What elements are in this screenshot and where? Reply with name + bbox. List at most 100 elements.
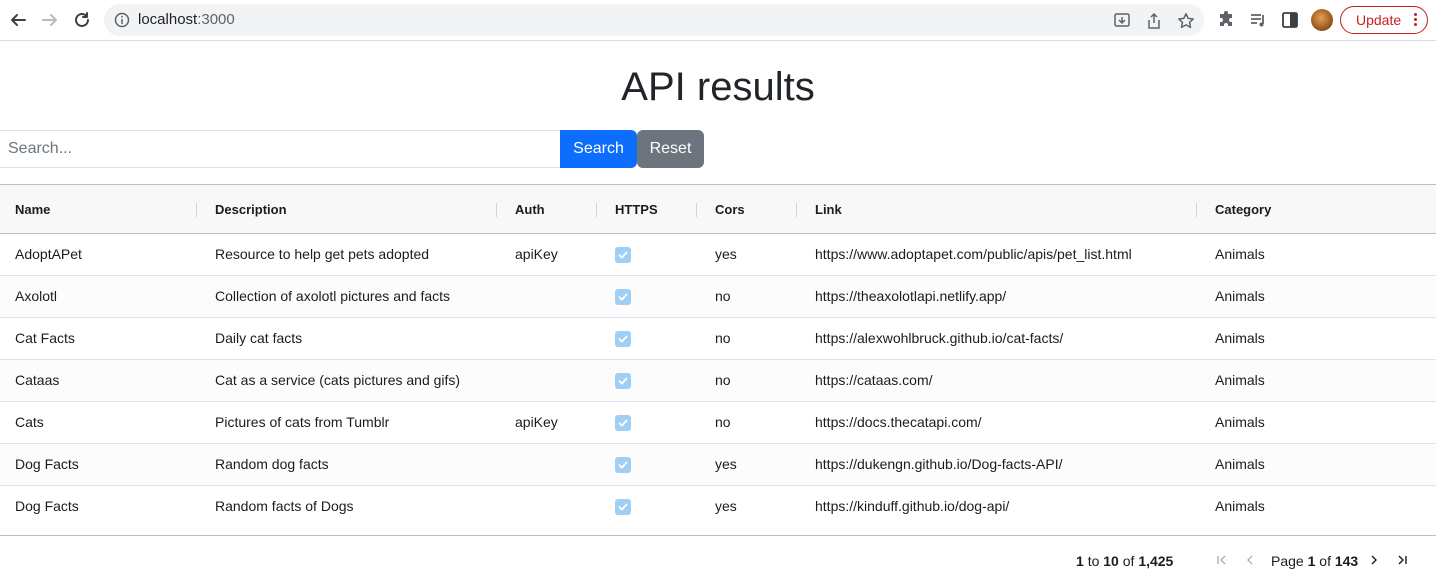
update-button-label: Update — [1356, 12, 1402, 28]
back-icon[interactable] — [6, 8, 30, 32]
cell-auth — [500, 360, 515, 401]
next-page-icon[interactable] — [1368, 554, 1380, 566]
pagination-bar: 1 to 10 of 1,425 Page 1 of 143 — [0, 535, 1436, 584]
reload-icon[interactable] — [70, 8, 94, 32]
bookmark-star-icon[interactable] — [1177, 12, 1195, 30]
cell-auth: apiKey — [515, 414, 558, 430]
side-panel-icon[interactable] — [1280, 10, 1300, 30]
cell-description: Collection of axolotl pictures and facts — [215, 288, 451, 304]
table-row[interactable]: Cats Pictures of cats from Tumblr apiKey no… — [0, 402, 1436, 444]
cell-name: Cataas — [15, 372, 60, 388]
first-page-icon[interactable] — [1216, 554, 1228, 566]
address-bar[interactable]: localhost:3000 — [104, 4, 1204, 36]
cell-name: AdoptAPet — [15, 246, 82, 262]
cell-name: Dog Facts — [15, 456, 79, 472]
cell-cors: no — [715, 288, 731, 304]
table-row[interactable]: Cataas Cat as a service (cats pictures an… — [0, 360, 1436, 402]
column-resize-handle[interactable] — [496, 203, 497, 217]
cell-link: https://dukengn.github.io/Dog-facts-API/ — [815, 456, 1063, 472]
cell-description: Random facts of Dogs — [215, 498, 354, 514]
table-row[interactable]: Dog Facts Random facts of Dogs yes https://… — [0, 486, 1436, 527]
column-header-description[interactable]: Description — [200, 185, 287, 234]
cell-cors: yes — [715, 498, 737, 514]
api-results-grid: Name Description Auth HTTPS Cors Link Ca… — [0, 184, 1436, 584]
last-page-icon[interactable] — [1396, 554, 1408, 566]
url-text: localhost:3000 — [138, 11, 235, 28]
info-icon[interactable] — [114, 12, 130, 28]
page-indicator: Page 1 of 143 — [1271, 553, 1359, 569]
column-resize-handle[interactable] — [596, 203, 597, 217]
cell-auth: apiKey — [515, 246, 558, 262]
column-header-category[interactable]: Category — [1200, 185, 1271, 234]
more-menu-icon[interactable] — [1414, 13, 1418, 27]
reset-button[interactable]: Reset — [637, 130, 704, 168]
cell-description: Random dog facts — [215, 456, 329, 472]
table-row[interactable]: Cat Facts Daily cat facts no https://alexwo… — [0, 318, 1436, 360]
row-count-summary: 1 to 10 of 1,425 — [1076, 553, 1174, 569]
cell-link: https://cataas.com/ — [815, 372, 933, 388]
cell-auth — [500, 318, 515, 359]
column-header-name[interactable]: Name — [0, 185, 50, 234]
table-row[interactable]: AdoptAPet Resource to help get pets adopt… — [0, 234, 1436, 276]
forward-icon[interactable] — [38, 8, 62, 32]
browser-toolbar: localhost:3000 Update — [0, 0, 1436, 41]
cell-cors: no — [715, 330, 731, 346]
cell-link: https://docs.thecatapi.com/ — [815, 414, 982, 430]
page-title: API results — [621, 65, 815, 109]
search-button[interactable]: Search — [560, 130, 637, 168]
search-input[interactable] — [0, 130, 560, 168]
cell-category: Animals — [1215, 498, 1265, 514]
install-icon[interactable] — [1113, 12, 1131, 30]
cell-name: Dog Facts — [15, 498, 79, 514]
share-icon[interactable] — [1145, 12, 1163, 30]
cell-description: Pictures of cats from Tumblr — [215, 414, 390, 430]
cell-auth — [500, 486, 515, 527]
cell-description: Cat as a service (cats pictures and gifs… — [215, 372, 461, 388]
cell-category: Animals — [1215, 372, 1265, 388]
table-row[interactable]: Axolotl Collection of axolotl pictures an… — [0, 276, 1436, 318]
cell-auth — [500, 276, 515, 317]
cell-category: Animals — [1215, 288, 1265, 304]
column-header-https[interactable]: HTTPS — [600, 185, 658, 234]
https-checkbox — [615, 247, 631, 263]
https-checkbox — [615, 415, 631, 431]
table-row[interactable]: Dog Facts Random dog facts yes https://duke… — [0, 444, 1436, 486]
column-resize-handle[interactable] — [1196, 203, 1197, 217]
cell-link: https://theaxolotlapi.netlify.app/ — [815, 288, 1007, 304]
https-checkbox — [615, 457, 631, 473]
cell-name: Cat Facts — [15, 330, 75, 346]
cell-category: Animals — [1215, 456, 1265, 472]
cell-category: Animals — [1215, 246, 1265, 262]
profile-avatar[interactable] — [1311, 9, 1333, 31]
https-checkbox — [615, 331, 631, 347]
column-header-auth[interactable]: Auth — [500, 185, 545, 234]
column-resize-handle[interactable] — [196, 203, 197, 217]
https-checkbox — [615, 499, 631, 515]
cell-cors: yes — [715, 246, 737, 262]
extensions-icon[interactable] — [1216, 10, 1236, 30]
https-checkbox — [615, 373, 631, 389]
column-header-cors[interactable]: Cors — [700, 185, 745, 234]
cell-link: https://www.adoptapet.com/public/apis/pe… — [815, 246, 1132, 262]
cell-category: Animals — [1215, 330, 1265, 346]
column-header-link[interactable]: Link — [800, 185, 842, 234]
column-resize-handle[interactable] — [796, 203, 797, 217]
cell-cors: no — [715, 414, 731, 430]
cell-link: https://alexwohlbruck.github.io/cat-fact… — [815, 330, 1064, 346]
cell-cors: yes — [715, 456, 737, 472]
https-checkbox — [615, 289, 631, 305]
cell-name: Cats — [15, 414, 44, 430]
cell-name: Axolotl — [15, 288, 58, 304]
grid-header: Name Description Auth HTTPS Cors Link Ca… — [0, 185, 1436, 234]
cell-link: https://kinduff.github.io/dog-api/ — [815, 498, 1010, 514]
cell-category: Animals — [1215, 414, 1265, 430]
column-resize-handle[interactable] — [696, 203, 697, 217]
reading-list-icon[interactable] — [1248, 10, 1268, 30]
cell-description: Resource to help get pets adopted — [215, 246, 430, 262]
cell-auth — [500, 444, 515, 485]
grid-body: AdoptAPet Resource to help get pets adopt… — [0, 234, 1436, 527]
cell-cors: no — [715, 372, 731, 388]
cell-description: Daily cat facts — [215, 330, 303, 346]
previous-page-icon[interactable] — [1244, 554, 1256, 566]
update-button[interactable]: Update — [1340, 6, 1428, 34]
